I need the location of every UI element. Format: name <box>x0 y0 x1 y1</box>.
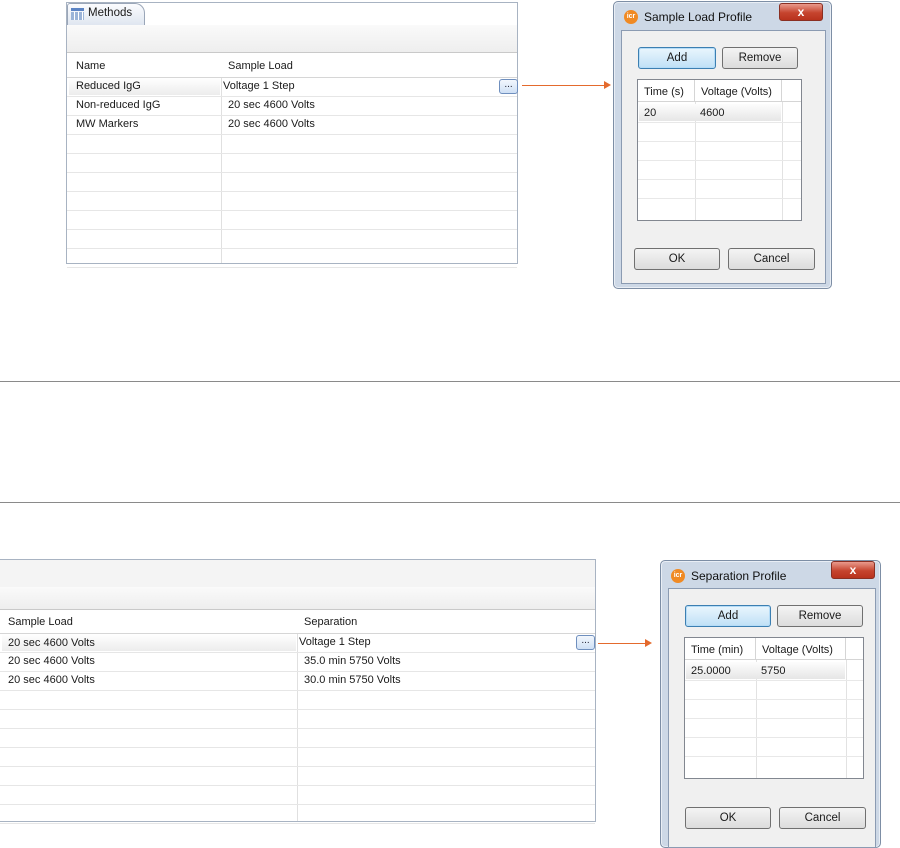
empty-row <box>67 172 517 192</box>
table-row[interactable]: Non-reduced IgG 20 sec 4600 Volts <box>67 96 517 116</box>
separation-grid: Sample Load Separation 20 sec 4600 Volts… <box>0 610 595 824</box>
dialog-body: Add Remove Time (min) Voltage (Volts) 25… <box>668 588 876 848</box>
dialog-body: Add Remove Time (s) Voltage (Volts) 20 4… <box>621 30 826 284</box>
arrow-head <box>604 81 611 89</box>
column-header-voltage[interactable]: Voltage (Volts) <box>695 80 782 102</box>
column-header-sample-load[interactable]: Sample Load <box>8 616 73 628</box>
app-logo-icon: icr <box>671 569 685 583</box>
methods-panel: Methods Name Sample Load Reduced IgG Vol… <box>66 2 518 268</box>
empty-row <box>0 804 595 824</box>
row-sample-load: 20 sec 4600 Volts <box>228 118 315 130</box>
grid-header: Name Sample Load <box>67 54 517 78</box>
methods-grid: Name Sample Load Reduced IgG Voltage 1 S… <box>67 54 518 268</box>
empty-row <box>67 210 517 230</box>
cancel-button[interactable]: Cancel <box>779 807 866 829</box>
row-line <box>685 718 863 719</box>
remove-button[interactable]: Remove <box>722 47 798 69</box>
table-row[interactable]: 20 sec 4600 Volts 35.0 min 5750 Volts <box>0 652 595 672</box>
row-line <box>685 756 863 757</box>
close-button[interactable]: x <box>831 561 875 579</box>
ok-button[interactable]: OK <box>634 248 720 270</box>
arrow-line <box>598 643 646 644</box>
toolbar <box>67 25 517 53</box>
row-line <box>685 737 863 738</box>
row-line <box>638 122 801 123</box>
row-line <box>638 179 801 180</box>
empty-row <box>0 728 595 748</box>
empty-row <box>67 229 517 249</box>
table-row[interactable]: 20 sec 4600 Volts Voltage 1 Step ... <box>0 633 595 653</box>
column-divider <box>782 102 783 220</box>
ok-button[interactable]: OK <box>685 807 771 829</box>
separation-profile-dialog: icr Separation Profile x Add Remove Time… <box>660 560 881 848</box>
column-header-name[interactable]: Name <box>76 60 105 72</box>
close-button[interactable]: x <box>779 3 823 21</box>
profile-table: Time (min) Voltage (Volts) 25.0000 5750 <box>684 637 864 779</box>
profile-table: Time (s) Voltage (Volts) 20 4600 <box>637 79 802 221</box>
row-line <box>638 198 801 199</box>
table-row[interactable]: Reduced IgG Voltage 1 Step ... <box>67 77 518 97</box>
edit-profile-button[interactable]: ... <box>499 79 518 94</box>
cell-time[interactable]: 20 <box>644 107 656 119</box>
table-icon <box>71 8 84 20</box>
cell-voltage[interactable]: 5750 <box>761 665 785 677</box>
row-sample-load: 20 sec 4600 Volts <box>8 637 95 649</box>
empty-row <box>0 690 595 710</box>
table-row[interactable]: 20 sec 4600 Volts 30.0 min 5750 Volts <box>0 671 595 691</box>
sample-load-profile-dialog: icr Sample Load Profile x Add Remove Tim… <box>613 1 832 289</box>
toolbar-secondary <box>0 587 595 610</box>
row-name: Reduced IgG <box>76 80 141 92</box>
row-sample-load: 20 sec 4600 Volts <box>228 99 315 111</box>
row-sample-load: 20 sec 4600 Volts <box>8 655 95 667</box>
empty-row <box>67 134 517 154</box>
tab-methods-label: Methods <box>88 7 133 19</box>
row-separation: 35.0 min 5750 Volts <box>304 655 401 667</box>
row-separation: Voltage 1 Step <box>299 636 371 648</box>
section-divider <box>0 381 900 382</box>
column-header-filler <box>782 80 801 102</box>
edit-profile-button[interactable]: ... <box>576 635 595 650</box>
column-header-time[interactable]: Time (s) <box>638 80 695 102</box>
grid-header: Sample Load Separation <box>0 610 595 634</box>
column-header-voltage[interactable]: Voltage (Volts) <box>756 638 846 660</box>
column-header-time[interactable]: Time (min) <box>685 638 756 660</box>
column-divider <box>846 660 847 778</box>
empty-row <box>67 248 517 268</box>
row-line <box>638 141 801 142</box>
empty-row <box>0 766 595 786</box>
row-name: MW Markers <box>76 118 139 130</box>
cancel-button[interactable]: Cancel <box>728 248 815 270</box>
separation-panel: Sample Load Separation 20 sec 4600 Volts… <box>0 559 596 824</box>
remove-button[interactable]: Remove <box>777 605 863 627</box>
row-line <box>685 680 863 681</box>
arrow-head <box>645 639 652 647</box>
cell-voltage[interactable]: 4600 <box>700 107 724 119</box>
cell-time[interactable]: 25.0000 <box>691 665 731 677</box>
row-line <box>685 699 863 700</box>
add-button[interactable]: Add <box>685 605 771 627</box>
empty-row <box>67 153 517 173</box>
tab-strip: Methods <box>67 3 517 26</box>
row-line <box>638 160 801 161</box>
empty-row <box>0 747 595 767</box>
app-logo-icon: icr <box>624 10 638 24</box>
column-header-filler <box>846 638 863 660</box>
dialog-title: Separation Profile <box>691 569 787 583</box>
arrow-line <box>522 85 605 86</box>
column-header-sample-load[interactable]: Sample Load <box>228 60 293 72</box>
section-divider <box>0 502 900 503</box>
empty-row <box>67 191 517 211</box>
row-separation: 30.0 min 5750 Volts <box>304 674 401 686</box>
empty-row <box>0 785 595 805</box>
row-sample-load: Voltage 1 Step <box>223 80 295 92</box>
column-header-separation[interactable]: Separation <box>304 616 357 628</box>
row-name: Non-reduced IgG <box>76 99 161 111</box>
add-button[interactable]: Add <box>638 47 716 69</box>
empty-row <box>0 709 595 729</box>
tab-methods[interactable]: Methods <box>67 3 145 25</box>
row-sample-load: 20 sec 4600 Volts <box>8 674 95 686</box>
toolbar <box>0 560 595 588</box>
table-row[interactable]: MW Markers 20 sec 4600 Volts <box>67 115 517 135</box>
dialog-title: Sample Load Profile <box>644 10 753 24</box>
